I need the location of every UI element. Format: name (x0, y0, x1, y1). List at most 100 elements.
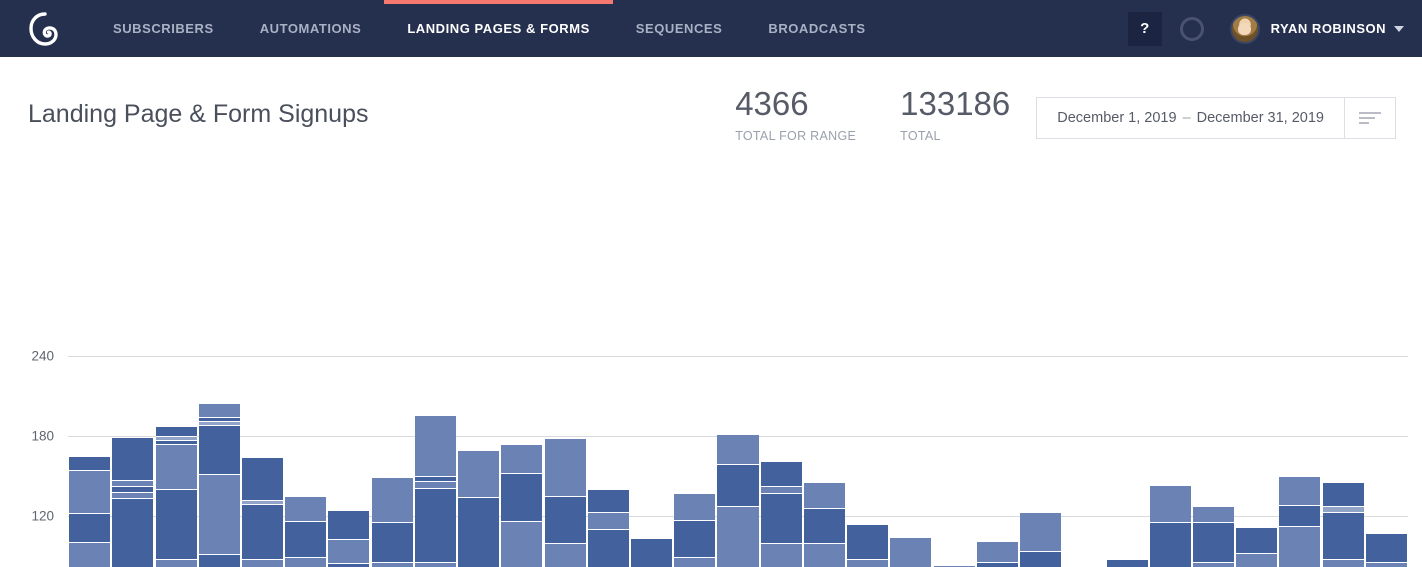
bar-segment (760, 461, 802, 487)
bar[interactable] (458, 450, 500, 567)
date-range-start: December 1, 2019 (1057, 110, 1177, 126)
bar[interactable] (1149, 484, 1191, 567)
onboarding-progress-ring-icon[interactable] (1179, 16, 1204, 41)
bar[interactable] (760, 461, 802, 567)
bar-segment (69, 455, 111, 471)
bar[interactable] (1279, 475, 1321, 567)
stat-value: 4366 (735, 85, 809, 122)
bar[interactable] (328, 510, 370, 567)
bar-segment (976, 540, 1018, 563)
bar-segment (155, 443, 197, 489)
help-icon: ? (1140, 20, 1150, 37)
signups-bar-chart: 060120180240 Dec 01Dec 03Dec 05Dec 07Dec… (0, 164, 1422, 567)
nav-item-label: LANDING PAGES & FORMS (407, 21, 590, 36)
bar-segment (69, 542, 111, 567)
bar-segment (414, 414, 456, 476)
page-title: Landing Page & Form Signups (28, 100, 369, 128)
bar[interactable] (242, 457, 284, 567)
date-range-picker[interactable]: December 1, 2019 – December 31, 2019 (1036, 97, 1396, 139)
nav-item-landing-pages-and-forms[interactable]: LANDING PAGES & FORMS (384, 0, 614, 57)
bar-segment (803, 507, 845, 544)
bar-segment (544, 495, 586, 544)
bar-segment (587, 528, 629, 567)
nav-item-subscribers[interactable]: SUBSCRIBERS (90, 0, 237, 57)
bar-segment (1322, 559, 1364, 567)
y-axis-tick-label: 180 (31, 428, 54, 444)
bar-segment (285, 495, 327, 521)
bar[interactable] (847, 523, 889, 567)
summary-stats: 4366 TOTAL FOR RANGE 133186 TOTAL (735, 85, 1036, 142)
bar-segment (760, 492, 802, 544)
date-range-value[interactable]: December 1, 2019 – December 31, 2019 (1037, 98, 1344, 138)
bar-segment (544, 438, 586, 496)
bar[interactable] (1365, 532, 1407, 567)
bar-segment (587, 488, 629, 512)
bar-segment (1236, 527, 1278, 553)
bar[interactable] (414, 414, 456, 567)
bar-segment (717, 463, 759, 507)
bar-segment (1279, 504, 1321, 527)
bar-segment (760, 486, 802, 493)
bar-segment (674, 556, 716, 567)
bar[interactable] (674, 492, 716, 567)
bar[interactable] (198, 402, 240, 567)
nav-item-sequences[interactable]: SEQUENCES (613, 0, 746, 57)
bar-segment (69, 470, 111, 513)
bar[interactable] (1020, 511, 1062, 567)
bar[interactable] (587, 488, 629, 567)
plot-area (68, 356, 1408, 567)
bar-segment (631, 538, 673, 567)
bar[interactable] (1192, 506, 1234, 567)
primary-nav-items: SUBSCRIBERS AUTOMATIONS LANDING PAGES & … (90, 0, 1128, 57)
bar[interactable] (803, 482, 845, 567)
bar[interactable] (544, 438, 586, 567)
bar-segment (285, 556, 327, 567)
bar[interactable] (1322, 482, 1364, 567)
nav-item-automations[interactable]: AUTOMATIONS (237, 0, 385, 57)
bar-segment (1106, 559, 1148, 567)
bar-segment (112, 437, 154, 480)
bar-segment (328, 510, 370, 540)
bar[interactable] (112, 437, 154, 567)
bar-segment (155, 559, 197, 567)
date-range-separator: – (1182, 110, 1191, 126)
bar-segment (587, 511, 629, 529)
bar-segment (414, 562, 456, 567)
bar-segment (1149, 484, 1191, 523)
bar-segment (371, 522, 413, 563)
bar[interactable] (717, 434, 759, 567)
bar[interactable] (501, 443, 543, 567)
bar[interactable] (69, 455, 111, 567)
bar[interactable] (371, 477, 413, 567)
date-range-filter-button[interactable] (1344, 98, 1395, 138)
bar[interactable] (976, 540, 1018, 567)
app-logo[interactable] (0, 0, 90, 57)
y-axis-tick-label: 240 (31, 348, 54, 364)
convertkit-logo-icon (29, 11, 58, 46)
account-menu[interactable]: RYAN ROBINSON (1229, 13, 1404, 44)
bar-segment (242, 559, 284, 567)
bar-segment (1192, 522, 1234, 563)
y-axis-tick-label: 120 (31, 508, 54, 523)
bar-segment (1279, 475, 1321, 505)
bar-segment (1279, 526, 1321, 567)
bar-segment (155, 488, 197, 560)
bar[interactable] (631, 538, 673, 567)
stat-total: 133186 TOTAL (900, 85, 1011, 142)
help-button[interactable]: ? (1127, 11, 1162, 46)
bar-segment (112, 491, 154, 499)
y-axis: 060120180240 (0, 349, 54, 567)
bar-segment (1322, 482, 1364, 507)
bar[interactable] (1236, 527, 1278, 567)
bar[interactable] (890, 536, 932, 567)
bar[interactable] (155, 426, 197, 567)
bar-segment (414, 487, 456, 563)
bar-segment (890, 536, 932, 567)
bar[interactable] (1106, 559, 1148, 567)
nav-item-label: BROADCASTS (768, 21, 866, 36)
bar[interactable] (285, 495, 327, 567)
stat-value: 133186 (900, 85, 1011, 122)
bar-segment (371, 477, 413, 523)
nav-item-broadcasts[interactable]: BROADCASTS (745, 0, 888, 57)
bar-segment (847, 523, 889, 560)
